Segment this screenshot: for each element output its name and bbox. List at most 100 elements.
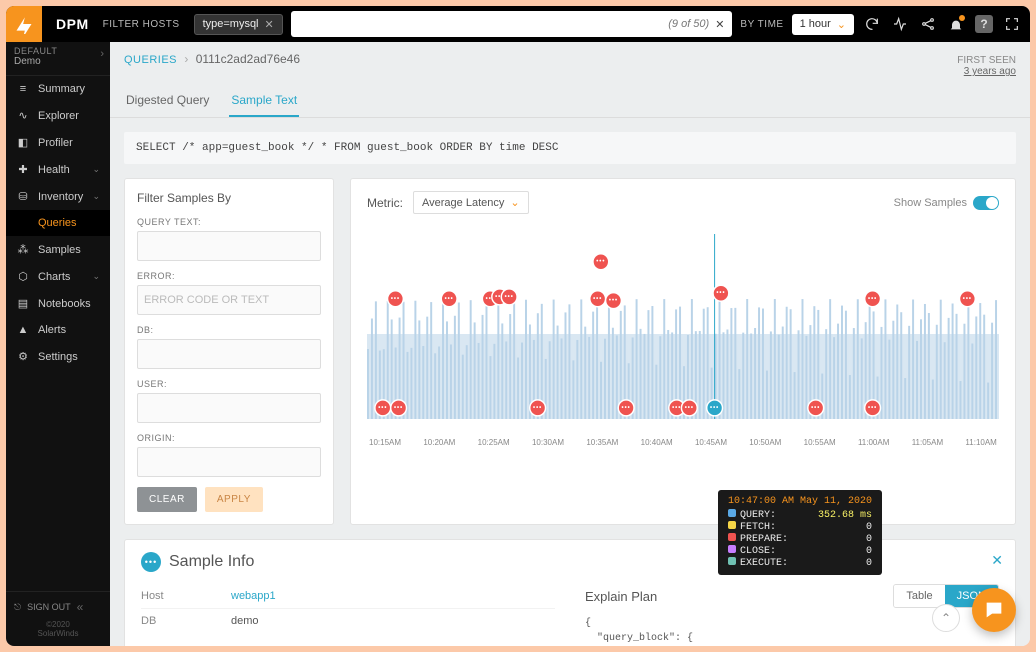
env-selector[interactable]: DEFAULT Demo › bbox=[6, 42, 110, 76]
sample-dot[interactable]: ••• bbox=[501, 289, 517, 305]
filter-input-querytext[interactable] bbox=[137, 231, 321, 261]
sample-info-key: DB bbox=[141, 615, 231, 627]
sample-dot[interactable]: ••• bbox=[865, 291, 881, 307]
sidebar-item-label: Notebooks bbox=[38, 298, 91, 310]
main-content: QUERIES › 0111c2ad2ad76e46 FIRST SEEN 3 … bbox=[110, 42, 1030, 646]
close-icon[interactable]: ✕ bbox=[265, 18, 274, 31]
sample-dot[interactable]: ••• bbox=[593, 254, 609, 270]
sidebar-item-summary[interactable]: ≡Summary bbox=[6, 76, 110, 102]
sample-dot[interactable]: ••• bbox=[590, 291, 606, 307]
sidebar-item-charts[interactable]: ⬡Charts⌄ bbox=[6, 263, 110, 290]
clear-button[interactable]: CLEAR bbox=[137, 487, 197, 512]
sidebar-item-explorer[interactable]: ∿ Explorer bbox=[6, 102, 110, 129]
sample-dot[interactable]: ••• bbox=[960, 291, 976, 307]
svg-text:•••: ••• bbox=[609, 298, 618, 304]
metric-label: Metric: bbox=[367, 196, 403, 210]
copyright: ©2020SolarWinds bbox=[14, 620, 102, 638]
sample-dot[interactable]: ••• bbox=[391, 400, 407, 416]
scroll-top-icon[interactable]: ⌃ bbox=[932, 604, 960, 632]
chevron-down-icon: ⌄ bbox=[837, 18, 846, 31]
sample-info-row: DBdemo bbox=[141, 608, 555, 633]
close-icon[interactable]: ✕ bbox=[991, 552, 1003, 569]
sample-dot[interactable]: ••• bbox=[618, 400, 634, 416]
refresh-icon[interactable] bbox=[862, 14, 882, 34]
chart-panel: Metric: Average Latency ⌄ Show Samples •… bbox=[350, 178, 1016, 525]
host-filter-text: type=mysql bbox=[203, 18, 259, 30]
help-icon[interactable]: ? bbox=[974, 14, 994, 34]
sidebar-item-settings[interactable]: ⚙Settings bbox=[6, 343, 110, 370]
svg-text:•••: ••• bbox=[445, 296, 454, 302]
host-search-input[interactable]: (9 of 50) ✕ bbox=[291, 11, 733, 37]
sample-dot[interactable]: ••• bbox=[707, 400, 723, 416]
sample-dot[interactable]: ••• bbox=[713, 285, 729, 301]
nav-icon: ▤ bbox=[16, 297, 30, 310]
clear-icon[interactable]: ✕ bbox=[715, 18, 724, 31]
sidebar-item-inventory[interactable]: ⛁Inventory⌄ bbox=[6, 183, 110, 210]
sidebar-item-label: Queries bbox=[38, 217, 77, 229]
sample-dot[interactable]: ••• bbox=[388, 291, 404, 307]
filter-input-db[interactable] bbox=[137, 339, 321, 369]
bell-icon[interactable] bbox=[946, 14, 966, 34]
chevron-down-icon: ⌄ bbox=[92, 164, 100, 175]
nav-icon: ⚙ bbox=[16, 350, 30, 363]
breadcrumb-id: 0111c2ad2ad76e46 bbox=[196, 52, 300, 66]
host-filter-pill[interactable]: type=mysql ✕ bbox=[194, 14, 283, 35]
sample-info-row: Hostwebapp1 bbox=[141, 584, 555, 608]
breadcrumb-link[interactable]: QUERIES bbox=[124, 54, 177, 66]
nav-icon: ⁂ bbox=[16, 243, 30, 256]
x-tick: 10:50AM bbox=[749, 438, 781, 447]
fullscreen-icon[interactable] bbox=[1002, 14, 1022, 34]
explain-title: Explain Plan bbox=[585, 589, 657, 604]
seg-table[interactable]: Table bbox=[894, 585, 944, 607]
env-label: DEFAULT bbox=[14, 46, 102, 56]
sample-dot[interactable]: ••• bbox=[530, 400, 546, 416]
svg-text:•••: ••• bbox=[868, 296, 877, 302]
chart-x-axis: 10:15AM10:20AM10:25AM10:30AM10:35AM10:40… bbox=[367, 434, 999, 447]
sidebar-item-profiler[interactable]: ◧Profiler bbox=[6, 129, 110, 156]
sidebar-item-label: Profiler bbox=[38, 137, 73, 149]
apply-button[interactable]: APPLY bbox=[205, 487, 263, 512]
x-tick: 10:20AM bbox=[423, 438, 455, 447]
share-icon[interactable] bbox=[918, 14, 938, 34]
nav-icon: ∿ bbox=[16, 109, 30, 122]
show-samples-toggle[interactable] bbox=[973, 196, 999, 210]
sidebar-item-notebooks[interactable]: ▤ Notebooks bbox=[6, 290, 110, 317]
filter-input-error[interactable] bbox=[137, 285, 321, 315]
sidebar-item-queries[interactable]: Queries bbox=[6, 210, 110, 236]
sample-dot[interactable]: ••• bbox=[808, 400, 824, 416]
first-seen: FIRST SEEN 3 years ago bbox=[957, 55, 1016, 77]
sample-info-value[interactable]: webapp1 bbox=[231, 590, 276, 602]
chevron-down-icon: ⌄ bbox=[92, 271, 100, 282]
filter-input-origin[interactable] bbox=[137, 447, 321, 477]
nav-icon: ⛁ bbox=[16, 190, 30, 203]
tooltip-time: 10:47:00 AM May 11, 2020 bbox=[728, 496, 872, 507]
tab-digested-query[interactable]: Digested Query bbox=[124, 83, 211, 117]
metric-select[interactable]: Average Latency ⌄ bbox=[413, 191, 529, 214]
sidebar-item-alerts[interactable]: ▲Alerts bbox=[6, 317, 110, 343]
chat-icon[interactable] bbox=[972, 588, 1016, 632]
breadcrumb: QUERIES › 0111c2ad2ad76e46 bbox=[124, 52, 300, 66]
signout-button[interactable]: ⎋ SIGN OUT « bbox=[14, 600, 102, 614]
sample-dot[interactable]: ••• bbox=[681, 400, 697, 416]
x-tick: 10:35AM bbox=[586, 438, 618, 447]
sidebar-item-label: Explorer bbox=[38, 110, 79, 122]
tooltip-row: PREPARE:0 bbox=[728, 533, 872, 545]
sample-dot[interactable]: ••• bbox=[441, 291, 457, 307]
sidebar-item-health[interactable]: ✚Health⌄ bbox=[6, 156, 110, 183]
time-range-select[interactable]: 1 hour ⌄ bbox=[792, 14, 854, 35]
latency-chart[interactable]: ••••••••••••••••••••••••••••••••••••••••… bbox=[367, 224, 999, 454]
tooltip-row: FETCH:0 bbox=[728, 521, 872, 533]
sample-dot[interactable]: ••• bbox=[375, 400, 391, 416]
tab-sample-text[interactable]: Sample Text bbox=[229, 83, 299, 117]
brand-logo[interactable] bbox=[6, 6, 42, 42]
sample-dot[interactable]: ••• bbox=[865, 400, 881, 416]
sidebar-item-samples[interactable]: ⁂Samples bbox=[6, 236, 110, 263]
chevron-down-icon: ⌄ bbox=[92, 191, 100, 202]
live-icon[interactable] bbox=[890, 14, 910, 34]
collapse-icon[interactable]: « bbox=[77, 600, 84, 614]
sample-dot[interactable]: ••• bbox=[606, 293, 622, 309]
svg-text:•••: ••• bbox=[378, 405, 387, 411]
x-tick: 10:40AM bbox=[641, 438, 673, 447]
first-seen-value[interactable]: 3 years ago bbox=[957, 66, 1016, 77]
filter-input-user[interactable] bbox=[137, 393, 321, 423]
